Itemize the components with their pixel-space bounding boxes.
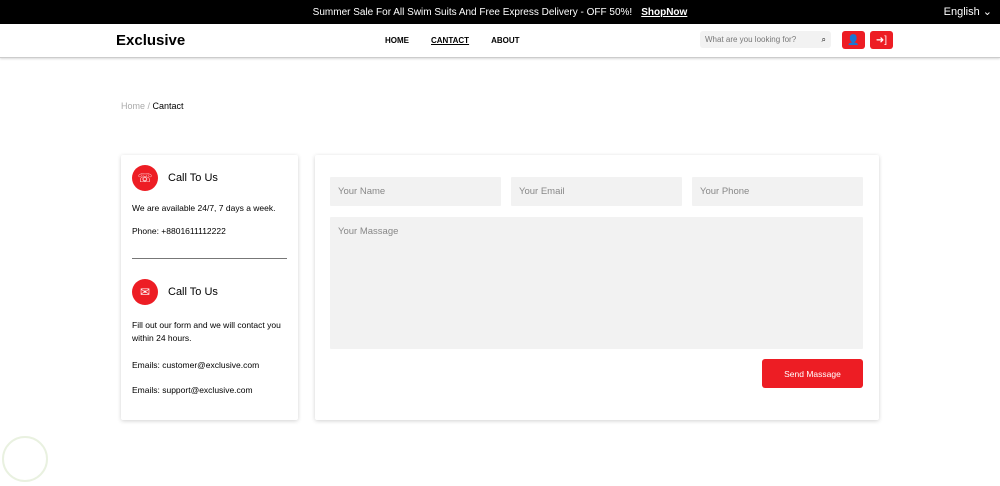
name-input[interactable]: Your Name bbox=[330, 177, 501, 206]
write-title: Call To Us bbox=[168, 286, 218, 298]
language-select[interactable]: English ⌄ bbox=[944, 5, 992, 18]
name-placeholder: Your Name bbox=[338, 186, 386, 197]
call-section-title: ☏ Call To Us bbox=[132, 165, 287, 191]
shop-now-link[interactable]: ShopNow bbox=[641, 7, 687, 18]
search-input[interactable]: What are you looking for? ⌕ bbox=[700, 31, 831, 48]
breadcrumb-home[interactable]: Home bbox=[121, 101, 145, 111]
announcement-bar: Summer Sale For All Swim Suits And Free … bbox=[0, 0, 1000, 24]
watermark-logo bbox=[2, 436, 48, 482]
contact-info-card: ☏ Call To Us We are available 24/7, 7 da… bbox=[121, 155, 298, 420]
login-button[interactable]: ➜] bbox=[870, 31, 893, 49]
nav-about[interactable]: ABOUT bbox=[491, 36, 519, 45]
header: Exclusive HOME CANTACT ABOUT What are yo… bbox=[0, 24, 1000, 58]
phone-placeholder: Your Phone bbox=[700, 186, 750, 197]
send-message-button[interactable]: Send Massage bbox=[762, 359, 863, 388]
search-placeholder: What are you looking for? bbox=[705, 35, 797, 44]
availability-text: We are available 24/7, 7 days a week. bbox=[132, 203, 276, 213]
nav-contact[interactable]: CANTACT bbox=[431, 36, 469, 45]
mail-icon: ✉ bbox=[132, 279, 158, 305]
contact-form: Your Name Your Email Your Phone Your Mas… bbox=[315, 155, 879, 420]
nav-home[interactable]: HOME bbox=[385, 36, 409, 45]
logo[interactable]: Exclusive bbox=[116, 32, 185, 49]
email-input[interactable]: Your Email bbox=[511, 177, 682, 206]
call-title: Call To Us bbox=[168, 172, 218, 184]
phone-icon: ☏ bbox=[132, 165, 158, 191]
breadcrumb-current: Cantact bbox=[152, 101, 184, 111]
phone-text: Phone: +8801611112222 bbox=[132, 226, 226, 236]
main-nav: HOME CANTACT ABOUT bbox=[385, 36, 520, 45]
divider bbox=[132, 258, 287, 259]
phone-input[interactable]: Your Phone bbox=[692, 177, 863, 206]
email-placeholder: Your Email bbox=[519, 186, 565, 197]
message-placeholder: Your Massage bbox=[338, 226, 399, 237]
email-customer: Emails: customer@exclusive.com bbox=[132, 360, 260, 370]
search-icon[interactable]: ⌕ bbox=[822, 35, 826, 44]
message-textarea[interactable]: Your Massage bbox=[330, 217, 863, 349]
signup-button[interactable]: 👤 bbox=[842, 31, 865, 49]
login-icon: ➜] bbox=[875, 34, 888, 46]
breadcrumb: Home / Cantact bbox=[121, 101, 184, 111]
email-support: Emails: support@exclusive.com bbox=[132, 385, 253, 395]
user-plus-icon: 👤 bbox=[847, 34, 860, 46]
write-section-title: ✉ Call To Us bbox=[132, 279, 287, 305]
breadcrumb-separator: / bbox=[145, 101, 153, 111]
announcement-text: Summer Sale For All Swim Suits And Free … bbox=[312, 6, 633, 18]
form-info-text: Fill out our form and we will contact yo… bbox=[132, 320, 281, 343]
